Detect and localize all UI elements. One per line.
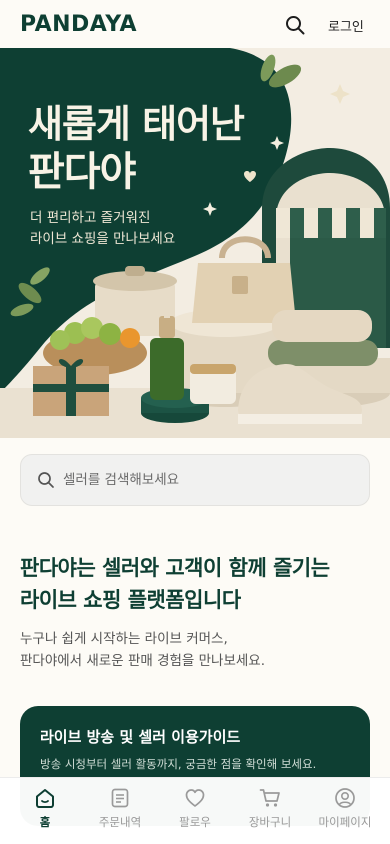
hero-banner[interactable]: 새롭게 태어난 판다야 더 편리하고 즐거워진 라이브 쇼핑을 만나보세요 bbox=[0, 48, 390, 438]
home-icon bbox=[36, 789, 54, 808]
intro-desc-line2: 판다야에서 새로운 판매 경험을 만나보세요. bbox=[20, 653, 266, 669]
seller-search-input[interactable] bbox=[63, 455, 353, 505]
hero-title-line2: 판다야 bbox=[28, 149, 136, 195]
intro-title-line2: 라이브 쇼핑 플랫폼입니다 bbox=[20, 588, 241, 612]
hero-subtitle: 더 편리하고 즐거워진 라이브 쇼핑을 만나보세요 bbox=[30, 208, 175, 250]
receipt-icon bbox=[111, 788, 129, 808]
intro-desc-line1: 누구나 쉽게 시작하는 라이브 커머스, bbox=[20, 631, 228, 647]
cart-icon bbox=[259, 789, 280, 807]
search-icon[interactable] bbox=[284, 14, 306, 36]
tab-cart[interactable]: 장바구니 bbox=[232, 778, 308, 844]
hero-title: 새롭게 태어난 판다야 bbox=[28, 100, 245, 196]
guide-title: 라이브 방송 및 셀러 이용가이드 bbox=[40, 728, 241, 746]
tab-home-label: 홈 bbox=[39, 815, 51, 829]
heart-icon bbox=[185, 789, 205, 807]
tab-orders-label: 주문내역 bbox=[98, 815, 142, 829]
tab-follow-label: 팔로우 bbox=[179, 815, 211, 829]
hero-subtitle-line2: 라이브 쇼핑을 만나보세요 bbox=[30, 231, 176, 247]
hero-title-line1: 새롭게 태어난 bbox=[28, 102, 245, 146]
seller-search-bar[interactable] bbox=[20, 454, 370, 506]
tab-orders[interactable]: 주문내역 bbox=[82, 778, 158, 844]
tab-home[interactable]: 홈 bbox=[7, 778, 83, 844]
hero-subtitle-line1: 더 편리하고 즐거워진 bbox=[30, 210, 151, 226]
tab-mypage-label: 마이페이지 bbox=[318, 815, 372, 829]
app-header: PANDAYA 로그인 bbox=[0, 0, 390, 48]
login-link[interactable]: 로그인 bbox=[328, 16, 364, 35]
bottom-tab-bar: 홈 주문내역 팔로우 장바구니 마이페이지 bbox=[0, 777, 390, 844]
tab-mypage[interactable]: 마이페이지 bbox=[307, 778, 383, 844]
tab-follow[interactable]: 팔로우 bbox=[157, 778, 233, 844]
intro-description: 누구나 쉽게 시작하는 라이브 커머스, 판다야에서 새로운 판매 경험을 만나… bbox=[20, 628, 370, 672]
search-icon bbox=[38, 472, 54, 488]
pandaya-logo[interactable]: PANDAYA bbox=[20, 12, 137, 37]
guide-description: 방송 시청부터 셀러 활동까지, 궁금한 점을 확인해 보세요. bbox=[40, 757, 317, 771]
tab-cart-label: 장바구니 bbox=[248, 815, 292, 829]
intro-title: 판다야는 셀러와 고객이 함께 즐기는 라이브 쇼핑 플랫폼입니다 bbox=[20, 552, 370, 616]
user-icon bbox=[335, 788, 355, 808]
intro-title-line1: 판다야는 셀러와 고객이 함께 즐기는 bbox=[20, 556, 330, 580]
